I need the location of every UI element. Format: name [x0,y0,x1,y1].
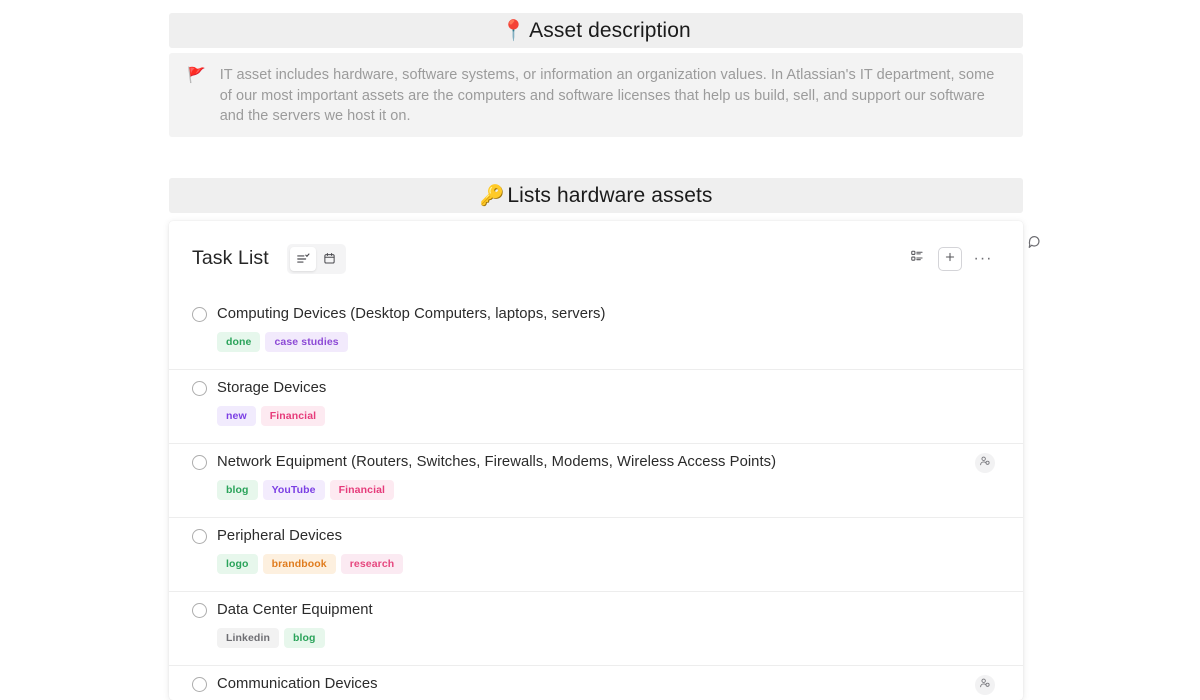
task-checkbox[interactable] [192,455,207,470]
task-rows-container: Computing Devices (Desktop Computers, la… [169,296,1023,700]
page-root: 📍 Asset description 🚩 IT asset includes … [0,0,1200,700]
task-list-title: Task List [192,247,269,270]
red-flag-icon: 🚩 [187,65,206,87]
task-checkbox[interactable] [192,529,207,544]
view-toggle-group [287,244,346,274]
task-tag[interactable]: Financial [261,406,325,426]
task-label[interactable]: Computing Devices (Desktop Computers, la… [217,306,605,322]
task-tag[interactable]: blog [284,628,325,648]
task-tags: donecase studies [192,332,995,369]
more-options-button[interactable]: ··· [971,247,995,271]
task-tag[interactable]: brandbook [263,554,336,574]
task-label[interactable]: Peripheral Devices [217,528,342,544]
assign-user-button[interactable] [975,675,995,695]
task-label[interactable]: Network Equipment (Routers, Switches, Fi… [217,454,776,470]
task-checkbox[interactable] [192,677,207,692]
add-task-button[interactable] [938,247,962,271]
add-person-icon [979,676,991,694]
task-list-header: Task List [169,221,1023,296]
task-tag[interactable]: case studies [265,332,347,352]
task-row-main: Data Center Equipment [192,592,995,628]
ellipsis-icon: ··· [974,255,993,263]
task-row-main: Peripheral Devices [192,518,995,554]
task-tags: blogYouTubeFinancial [192,480,995,517]
task-row: Communication Deviceson holdTwitterLinke… [169,665,1023,700]
task-tag[interactable]: YouTube [263,480,325,500]
task-row: Peripheral Devices logobrandbookresearch [169,517,1023,591]
task-tag[interactable]: logo [217,554,258,574]
calendar-view-button[interactable] [317,247,343,271]
list-view-icon [296,252,310,266]
task-row-main: Communication Devices [192,666,995,700]
pushpin-icon: 📍 [501,21,526,41]
asset-description-text: IT asset includes hardware, software sys… [220,65,1003,127]
lists-hardware-assets-header: 🔑 Lists hardware assets [169,178,1023,213]
task-checkbox[interactable] [192,307,207,322]
asset-description-panel: 🚩 IT asset includes hardware, software s… [169,53,1023,137]
task-label[interactable]: Storage Devices [217,380,326,396]
task-row-main: Computing Devices (Desktop Computers, la… [192,296,995,332]
key-icon: 🔑 [479,186,504,206]
task-row: Network Equipment (Routers, Switches, Fi… [169,443,1023,517]
task-tags: logobrandbookresearch [192,554,995,591]
board-view-icon [910,249,924,268]
task-row-main: Network Equipment (Routers, Switches, Fi… [192,444,995,480]
task-tags: newFinancial [192,406,995,443]
task-tag[interactable]: done [217,332,260,352]
lists-hardware-assets-title: Lists hardware assets [507,184,712,208]
task-checkbox[interactable] [192,603,207,618]
asset-description-title: Asset description [529,19,691,43]
board-view-button[interactable] [905,247,929,271]
comment-bubble-icon[interactable] [1026,233,1044,251]
task-tag[interactable]: blog [217,480,258,500]
task-tag[interactable]: research [341,554,404,574]
plus-icon [944,250,956,268]
task-label[interactable]: Communication Devices [217,676,378,692]
task-list-card: Task List [169,221,1023,700]
assign-user-button[interactable] [975,453,995,473]
task-tag[interactable]: Linkedin [217,628,279,648]
task-row: Storage Devices newFinancial [169,369,1023,443]
task-row-main: Storage Devices [192,370,995,406]
asset-description-header: 📍 Asset description [169,13,1023,48]
task-row: Computing Devices (Desktop Computers, la… [169,296,1023,369]
task-list-actions: ··· [905,247,995,271]
calendar-icon [323,252,336,265]
list-view-button[interactable] [290,247,316,271]
add-person-icon [979,454,991,472]
task-tags: Linkedinblog [192,628,995,665]
task-checkbox[interactable] [192,381,207,396]
task-label[interactable]: Data Center Equipment [217,602,373,618]
task-row: Data Center Equipment Linkedinblog [169,591,1023,665]
task-tag[interactable]: Financial [330,480,394,500]
task-tag[interactable]: new [217,406,256,426]
